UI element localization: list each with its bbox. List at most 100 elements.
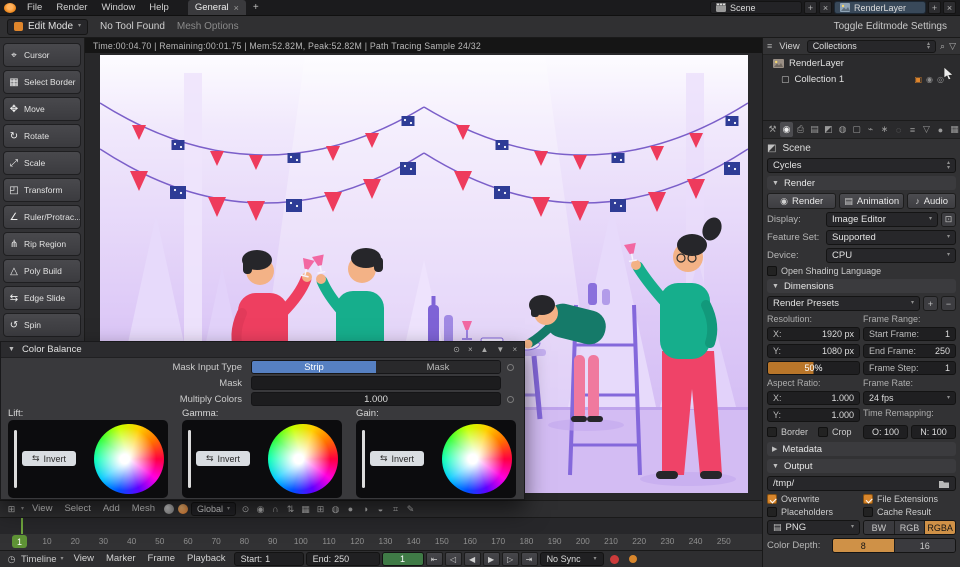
checkbox-checked-icon[interactable]	[767, 494, 777, 504]
resolution-x-field[interactable]: X: 1920 px	[767, 327, 860, 341]
blender-logo-icon[interactable]	[4, 2, 16, 13]
lift-invert-button[interactable]: ⇆ Invert	[22, 451, 76, 466]
transform-orientation-select[interactable]: Global ▾	[190, 502, 237, 516]
next-keyframe-button[interactable]: ▷	[501, 552, 519, 566]
checkbox-icon[interactable]	[767, 507, 777, 517]
remove-renderlayer-button[interactable]: ×	[943, 1, 956, 14]
tool-button-6[interactable]: ∠ Ruler/Protrac...	[3, 205, 81, 229]
outliner-item-collection[interactable]: ▢ Collection 1 ▣ ◉ ◎	[763, 71, 960, 87]
renderlayer-selector[interactable]: RenderLayer	[834, 1, 926, 14]
remove-preset-button[interactable]: −	[941, 296, 956, 311]
color-depth-option-1[interactable]: 16	[894, 539, 955, 552]
end-frame-input[interactable]: End: 250	[305, 552, 380, 566]
jump-to-start-button[interactable]: ⇤	[425, 552, 443, 566]
resolution-percentage-slider[interactable]: 50%	[767, 361, 860, 375]
outliner-view-menu[interactable]: View	[776, 39, 802, 54]
render-presets-select[interactable]: Render Presets ▾	[767, 296, 920, 311]
resolution-y-field[interactable]: Y: 1080 px	[767, 344, 860, 358]
current-frame-input[interactable]: 1	[381, 552, 424, 566]
view3d-icon-11[interactable]: ✎	[403, 502, 418, 516]
move-up-icon[interactable]: ▲	[480, 345, 488, 354]
audio-button[interactable]: ♪ Audio	[907, 193, 957, 209]
exclude-checkbox-icon[interactable]: ▣	[914, 75, 922, 84]
add-scene-button[interactable]: +	[804, 1, 817, 14]
move-down-icon[interactable]: ▼	[496, 345, 504, 354]
properties-tab-9[interactable]: ◌	[892, 122, 905, 137]
tool-button-4[interactable]: ⤢ Scale	[3, 151, 81, 175]
output-path-field[interactable]: /tmp/	[767, 476, 956, 491]
tool-button-0[interactable]: ⌖ Cursor	[3, 43, 81, 67]
prev-keyframe-button[interactable]: ◁	[444, 552, 462, 566]
editor-name[interactable]: Timeline	[21, 554, 57, 565]
topbar-menu-2[interactable]: Window	[94, 0, 142, 15]
crop-checkbox[interactable]: Crop	[818, 427, 852, 437]
lift-color-wheel[interactable]	[94, 424, 164, 494]
properties-tab-2[interactable]: ⎙	[794, 122, 807, 137]
keying-set-icon[interactable]	[628, 555, 637, 563]
play-button[interactable]: ▶	[482, 552, 500, 566]
aspect-x-field[interactable]: X: 1.000	[767, 391, 860, 405]
section-render[interactable]: ▼ Render	[767, 176, 956, 190]
start-frame-input[interactable]: Start: 1	[233, 552, 304, 566]
view3d-icon-5[interactable]: ⊞	[313, 502, 328, 516]
device-select[interactable]: CPU ▾	[826, 248, 956, 263]
interaction-mode-select[interactable]: Edit Mode ▾	[7, 18, 89, 35]
sync-mode-select[interactable]: No Sync ▾	[539, 552, 604, 566]
view3d-menu-0[interactable]: View	[26, 501, 58, 517]
view3d-icon-4[interactable]: ▦	[298, 502, 313, 516]
properties-tab-7[interactable]: ⌁	[864, 122, 877, 137]
color-depth-option-0[interactable]: 8	[833, 539, 895, 552]
properties-tab-3[interactable]: ▤	[808, 122, 821, 137]
outliner-item-renderlayer[interactable]: RenderLayer	[763, 55, 960, 71]
render-engine-select[interactable]: Cycles ▴ ▾	[767, 158, 956, 173]
keyframe-dot-icon[interactable]	[507, 395, 514, 403]
tool-button-7[interactable]: ⋔ Rip Region	[3, 232, 81, 256]
play-reverse-button[interactable]: ◀	[463, 552, 481, 566]
color-balance-header[interactable]: ▼ Color Balance ⊙ × ▲ ▼ ×	[1, 342, 524, 358]
gain-invert-button[interactable]: ⇆ Invert	[370, 451, 424, 466]
view3d-menu-1[interactable]: Select	[58, 501, 96, 517]
mask-option[interactable]: Mask	[376, 361, 500, 373]
outliner-editor-icon[interactable]: ≡	[767, 41, 772, 51]
delete-icon[interactable]: ×	[512, 345, 517, 354]
tool-button-5[interactable]: ◰ Transform	[3, 178, 81, 202]
gamma-color-wheel[interactable]	[268, 424, 338, 494]
collapse-icon[interactable]: ▼	[8, 346, 15, 353]
remap-old-field[interactable]: O: 100	[863, 425, 908, 439]
overwrite-checkbox[interactable]: Overwrite	[767, 494, 860, 504]
gain-color-wheel[interactable]	[442, 424, 512, 494]
display-select[interactable]: Image Editor ▾	[826, 212, 938, 227]
color-mode-option-2[interactable]: RGBA	[925, 521, 955, 534]
view3d-icon-3[interactable]: ⇅	[283, 502, 298, 516]
view3d-icon-2[interactable]: ∩	[268, 502, 283, 516]
checkbox-icon[interactable]	[767, 266, 777, 276]
view3d-icon-7[interactable]: ●	[343, 502, 358, 516]
properties-tab-13[interactable]: ▦	[948, 122, 960, 137]
mesh-options-label[interactable]: Mesh Options	[177, 21, 239, 32]
pin-icon[interactable]: ⊙	[453, 345, 460, 354]
properties-tab-8[interactable]: ∗	[878, 122, 891, 137]
close-tab-icon[interactable]: ×	[234, 3, 239, 13]
tool-button-1[interactable]: ▦ Select Border	[3, 70, 81, 94]
current-frame-line[interactable]	[21, 518, 23, 535]
border-checkbox[interactable]: Border	[767, 427, 808, 437]
view3d-icon-8[interactable]: ◑	[358, 502, 373, 516]
topbar-menu-3[interactable]: Help	[142, 0, 176, 15]
add-preset-button[interactable]: +	[923, 296, 938, 311]
tool-button-10[interactable]: ↺ Spin	[3, 313, 81, 337]
frame-step-field[interactable]: Frame Step: 1	[863, 361, 956, 375]
feature-set-select[interactable]: Supported ▾	[826, 230, 956, 245]
value-slider[interactable]	[362, 430, 365, 488]
properties-tab-10[interactable]: ≡	[906, 122, 919, 137]
tool-button-8[interactable]: △ Poly Build	[3, 259, 81, 283]
tool-button-2[interactable]: ✥ Move	[3, 97, 81, 121]
origin-sphere-icon[interactable]	[177, 504, 188, 514]
keep-ui-icon[interactable]: ⊡	[941, 212, 956, 227]
remap-new-field[interactable]: N: 100	[911, 425, 956, 439]
checkbox-icon[interactable]	[767, 427, 777, 437]
aspect-y-field[interactable]: Y: 1.000	[767, 408, 860, 422]
view3d-icon-0[interactable]: ⊙	[238, 502, 253, 516]
properties-tab-4[interactable]: ◩	[822, 122, 835, 137]
placeholders-checkbox[interactable]: Placeholders	[767, 507, 860, 517]
view3d-icon-10[interactable]: ⌗	[388, 502, 403, 516]
